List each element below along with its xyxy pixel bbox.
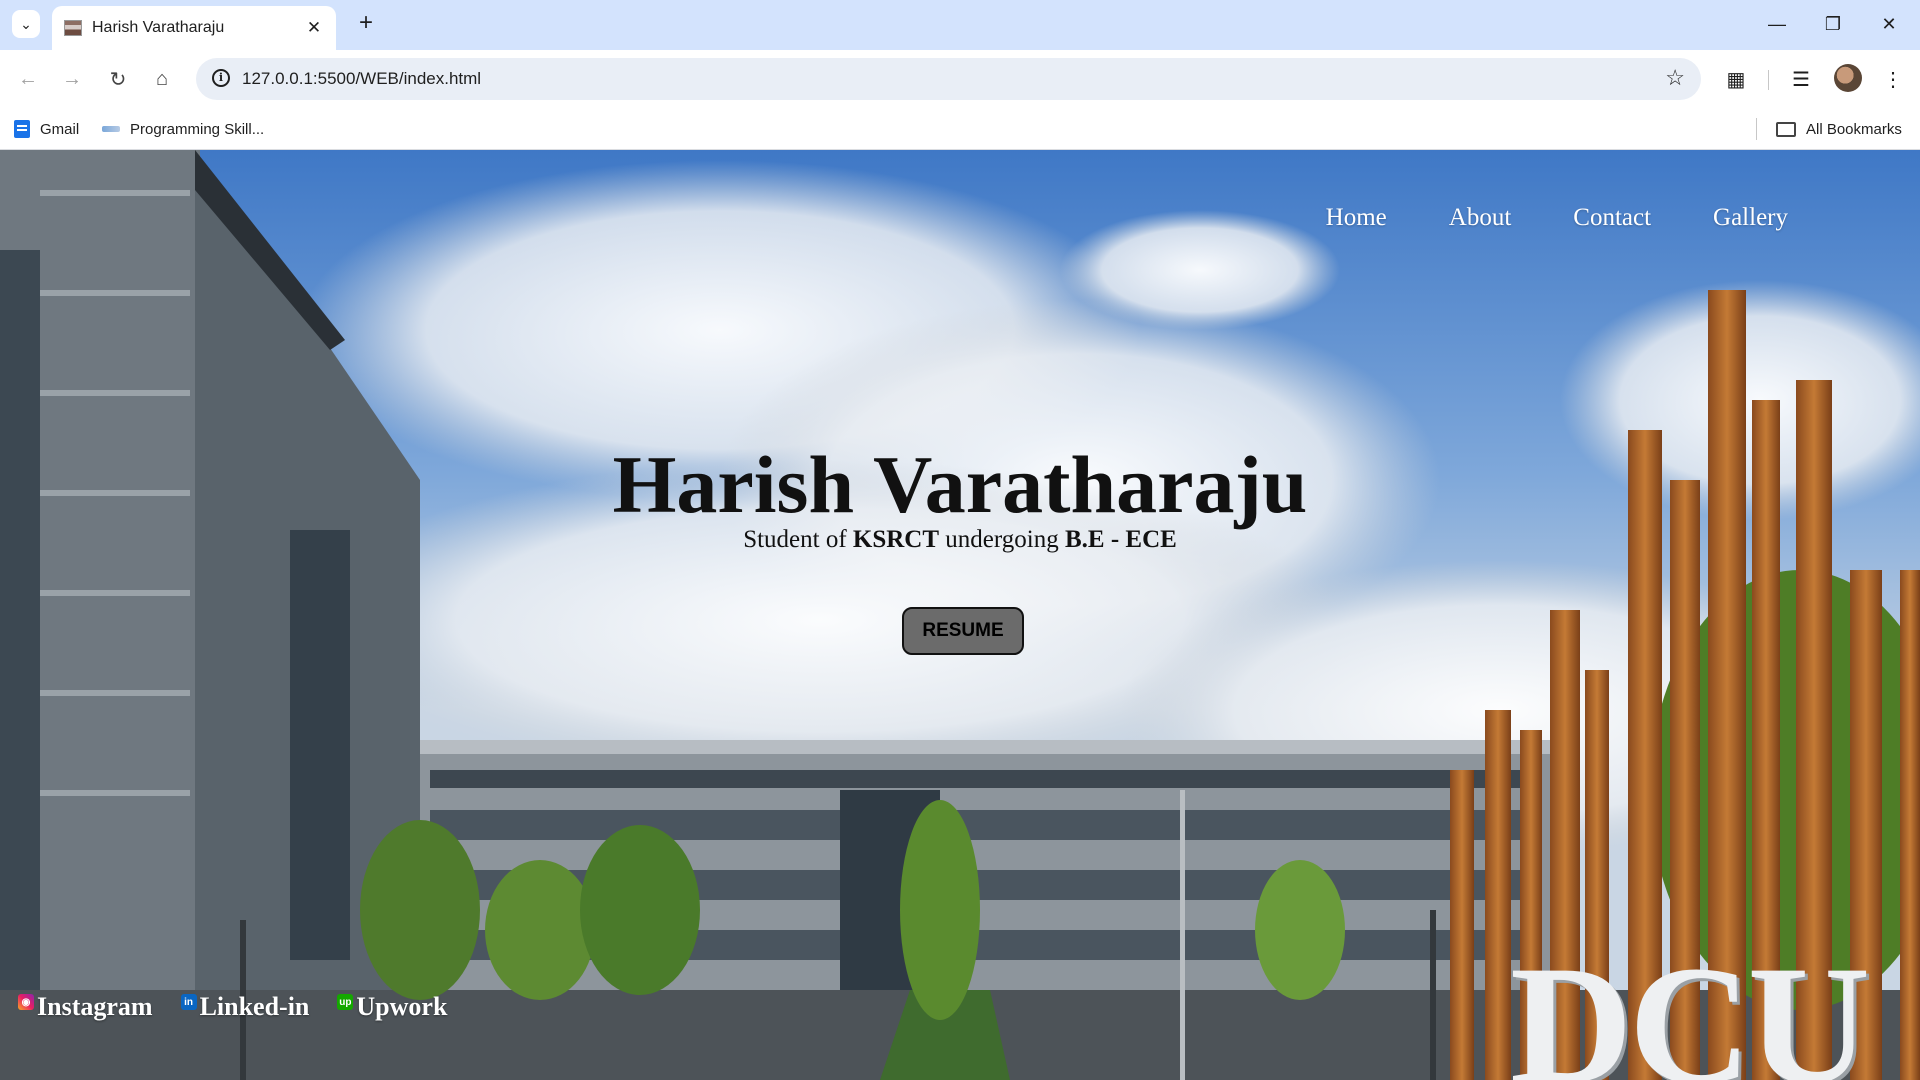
tab-search-chevron-icon[interactable]: ⌄ [12, 10, 40, 38]
extensions-puzzle-icon[interactable]: ▦ [1721, 64, 1751, 94]
bookmark-programming-skill[interactable]: Programming Skill... [102, 116, 264, 142]
bookmark-label: Gmail [40, 120, 80, 138]
bookmark-gmail[interactable]: Gmail [14, 116, 79, 142]
linkedin-label: Linked-in [199, 992, 310, 1021]
subtitle-middle: undergoing [939, 526, 1065, 553]
social-links: ◉ Instagram in Linked-in up Upwork [18, 992, 447, 1022]
all-bookmarks-button[interactable]: All Bookmarks [1776, 116, 1902, 142]
home-icon[interactable]: ⌂ [148, 65, 176, 93]
instagram-icon: ◉ [18, 994, 34, 1010]
folder-icon [1776, 121, 1796, 137]
bookmark-label: Programming Skill... [130, 120, 265, 138]
reload-icon[interactable]: ↻ [104, 65, 132, 93]
upwork-link[interactable]: up Upwork [337, 992, 447, 1022]
page-viewport: DCU Home About Contact Gallery Harish Va… [0, 150, 1920, 1080]
bookmarks-separator [1756, 118, 1757, 140]
tab-favicon-icon [64, 20, 82, 36]
address-bar[interactable]: i 127.0.0.1:5500/WEB/index.html ☆ [196, 58, 1701, 100]
bookmarks-bar: Gmail Programming Skill... All Bookmarks [0, 108, 1920, 150]
instagram-label: Instagram [37, 992, 153, 1021]
url-text[interactable]: 127.0.0.1:5500/WEB/index.html [242, 69, 481, 89]
nav-contact-link[interactable]: Contact [1573, 204, 1651, 232]
linkedin-link[interactable]: in Linked-in [180, 992, 310, 1022]
back-arrow-icon[interactable]: ← [14, 65, 42, 93]
all-bookmarks-label: All Bookmarks [1806, 120, 1902, 138]
media-control-icon[interactable]: ☰ [1786, 64, 1816, 94]
bookmark-site-icon [102, 126, 120, 132]
hero-subtitle: Student of KSRCT undergoing B.E - ECE [0, 526, 1920, 554]
browser-toolbar: ← → ↻ ⌂ i 127.0.0.1:5500/WEB/index.html … [0, 50, 1920, 108]
window-close-icon[interactable]: ✕ [1874, 12, 1904, 36]
new-tab-plus-icon[interactable]: + [354, 11, 378, 36]
forward-arrow-icon[interactable]: → [58, 65, 86, 93]
browser-tab[interactable]: Harish Varatharaju ✕ [52, 6, 336, 50]
browser-tabstrip: ⌄ Harish Varatharaju ✕ + — ❐ ✕ [0, 0, 1920, 50]
tab-title: Harish Varatharaju [92, 19, 225, 36]
upwork-icon: up [337, 994, 354, 1010]
dcu-sign: DCU [1510, 931, 1870, 1080]
hero-title: Harish Varatharaju [612, 439, 1308, 530]
nav-gallery-link[interactable]: Gallery [1713, 204, 1788, 232]
restore-icon[interactable]: ❐ [1818, 12, 1848, 36]
nav-home-link[interactable]: Home [1326, 204, 1387, 232]
upwork-label: Upwork [356, 992, 448, 1021]
subtitle-prefix: Student of [743, 526, 853, 553]
more-menu-icon[interactable]: ⋮ [1878, 64, 1908, 94]
bookmark-star-icon[interactable]: ☆ [1665, 65, 1685, 91]
google-docs-icon [14, 120, 30, 138]
resume-button[interactable]: RESUME [902, 607, 1024, 655]
nav-about-link[interactable]: About [1449, 204, 1512, 232]
main-nav: Home About Contact Gallery [1326, 204, 1788, 232]
tab-close-icon[interactable]: ✕ [302, 16, 326, 40]
site-info-icon[interactable]: i [212, 69, 230, 87]
minimize-icon[interactable]: — [1762, 12, 1792, 36]
subtitle-college: KSRCT [852, 526, 940, 553]
subtitle-degree: B.E - ECE [1064, 526, 1177, 553]
toolbar-separator [1768, 70, 1769, 90]
instagram-link[interactable]: ◉ Instagram [18, 992, 153, 1022]
linkedin-icon: in [180, 994, 197, 1010]
profile-avatar[interactable] [1834, 64, 1862, 92]
